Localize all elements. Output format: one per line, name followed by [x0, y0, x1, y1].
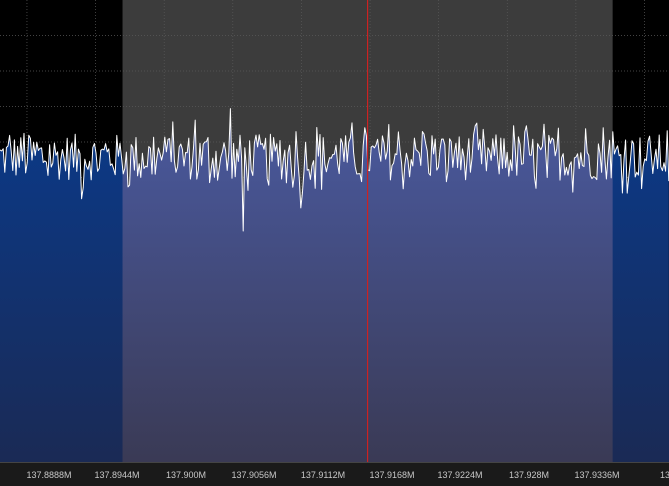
freq-label-8: 137.928M	[508, 470, 550, 480]
spectrum-plot[interactable]	[0, 0, 669, 462]
freq-label-1: 137.8888M	[26, 470, 72, 480]
freq-label-10: 137.93	[660, 470, 669, 480]
freq-label-7: 137.9224M	[437, 470, 483, 480]
freq-label-3: 137.900M	[165, 470, 207, 480]
freq-label-2: 137.8944M	[94, 470, 140, 480]
spectrum-display[interactable]: 137.8888M 137.8944M 137.900M 137.9056M 1…	[0, 0, 669, 486]
frequency-axis: 137.8888M 137.8944M 137.900M 137.9056M 1…	[0, 462, 669, 486]
freq-label-9: 137.9336M	[574, 470, 620, 480]
freq-label-4: 137.9056M	[231, 470, 277, 480]
freq-label-5: 137.9112M	[300, 470, 346, 480]
freq-label-6: 137.9168M	[369, 470, 415, 480]
